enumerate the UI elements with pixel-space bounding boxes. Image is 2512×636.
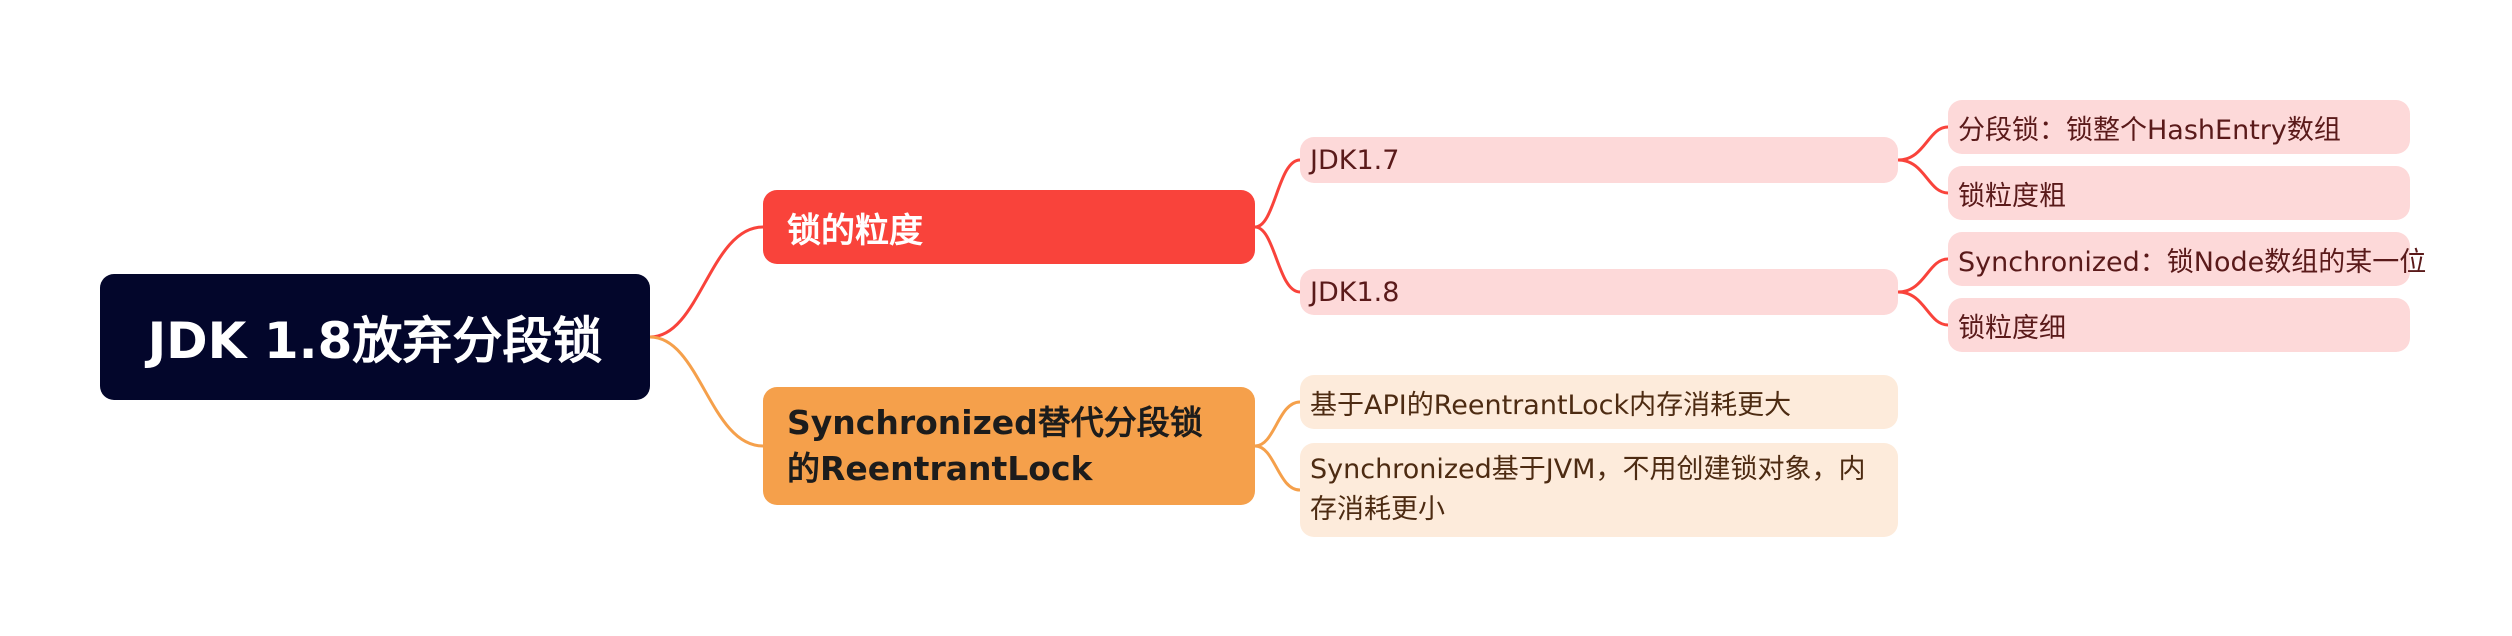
- link-jdk17-child2: [1897, 158, 1949, 195]
- link-jdk18-child2: [1897, 290, 1949, 327]
- node-synchronized-jvm[interactable]: Synchronized基于JVM，不用创建锁对象，内存消耗更小: [1300, 443, 1898, 537]
- branch-granularity[interactable]: 锁的粒度: [763, 190, 1255, 264]
- node-jdk17-coarse[interactable]: 锁粒度粗: [1948, 166, 2410, 220]
- link-root-granularity: [649, 225, 764, 339]
- node-jdk18-label: JDK1.8: [1310, 276, 1400, 308]
- branch-replacement-label: Synchronized替代分段锁的ReentrantLock: [787, 403, 1203, 488]
- root-node[interactable]: JDK 1.8放弃分段锁: [100, 274, 650, 400]
- link-granularity-jdk17: [1254, 158, 1301, 229]
- node-reentrantlock-memory[interactable]: 基于API的ReentrantLock内存消耗更大: [1300, 375, 1898, 429]
- node-synchronized-jvm-label: Synchronized基于JVM，不用创建锁对象，内存消耗更小: [1310, 454, 1866, 525]
- node-jdk18-synchronized[interactable]: Synchronized：锁Node数组的某一位: [1948, 232, 2426, 286]
- node-jdk18-synchronized-label: Synchronized：锁Node数组的某一位: [1958, 246, 2427, 278]
- node-jdk17-coarse-label: 锁粒度粗: [1958, 180, 2066, 212]
- node-jdk17-segment-lock[interactable]: 分段锁：锁整个HashEntry数组: [1948, 100, 2410, 154]
- node-jdk17-label: JDK1.7: [1310, 144, 1400, 176]
- node-jdk18-fine[interactable]: 锁粒度细: [1948, 298, 2410, 352]
- branch-granularity-label: 锁的粒度: [787, 210, 923, 251]
- branch-replacement[interactable]: Synchronized替代分段锁的ReentrantLock: [763, 387, 1255, 505]
- mind-map: JDK 1.8放弃分段锁 锁的粒度 Synchronized替代分段锁的Reen…: [0, 0, 2512, 636]
- link-jdk17-child1: [1897, 125, 1949, 162]
- link-root-replacement: [649, 335, 764, 448]
- root-label: JDK 1.8放弃分段锁: [147, 312, 603, 370]
- link-replacement-child2: [1254, 444, 1301, 492]
- node-jdk18[interactable]: JDK1.8: [1300, 269, 1898, 315]
- node-jdk17[interactable]: JDK1.7: [1300, 137, 1898, 183]
- node-jdk18-fine-label: 锁粒度细: [1958, 312, 2066, 344]
- link-replacement-child1: [1254, 400, 1301, 448]
- node-reentrantlock-memory-label: 基于API的ReentrantLock内存消耗更大: [1310, 389, 1792, 421]
- node-jdk17-segment-lock-label: 分段锁：锁整个HashEntry数组: [1958, 114, 2341, 146]
- link-jdk18-child1: [1897, 257, 1949, 294]
- link-granularity-jdk18: [1254, 225, 1301, 294]
